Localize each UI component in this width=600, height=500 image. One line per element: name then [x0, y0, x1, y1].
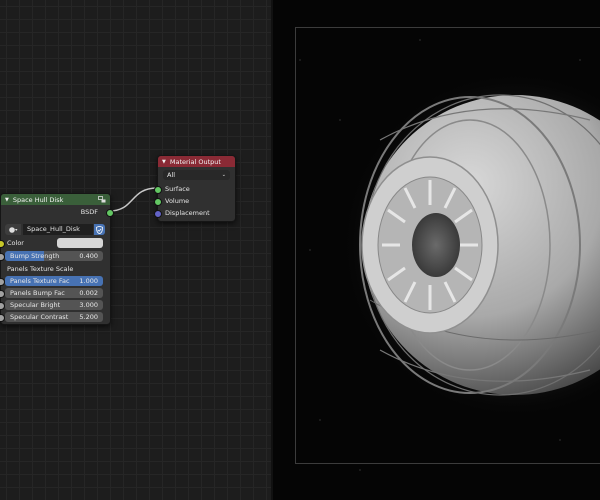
- input-socket-volume[interactable]: [154, 198, 162, 206]
- input-value-panels-texture-fac: 1.000: [79, 277, 98, 285]
- specular-contrast-field[interactable]: Specular Contrast 5.200: [5, 312, 103, 322]
- input-socket-specular-contrast[interactable]: [0, 314, 5, 322]
- fake-user-shield-icon[interactable]: [94, 224, 105, 235]
- collapse-arrow-icon[interactable]: ▼: [5, 197, 9, 203]
- node-group-icon: [98, 196, 106, 203]
- input-socket-displacement[interactable]: [154, 210, 162, 218]
- input-label-surface: Surface: [165, 185, 190, 193]
- datablock-selector[interactable]: Space_Hull_Disk: [5, 224, 105, 235]
- group-node-space-hull-disk[interactable]: ▼ Space Hull Disk BSDF Space_Hull_Disk C…: [0, 193, 114, 325]
- input-value-bump-strength: 0.400: [79, 252, 98, 260]
- group-node-header[interactable]: ▼ Space Hull Disk: [1, 194, 110, 205]
- input-socket-panels-bump-fac[interactable]: [0, 290, 5, 298]
- material-output-title: Material Output: [169, 157, 221, 166]
- output-row-bsdf: BSDF: [1, 206, 114, 218]
- bump-strength-slider[interactable]: Bump Strength 0.400: [5, 251, 103, 261]
- input-socket-color[interactable]: [0, 240, 5, 248]
- output-socket-bsdf[interactable]: [106, 209, 114, 217]
- input-socket-surface[interactable]: [154, 186, 162, 194]
- input-label-volume: Volume: [165, 197, 190, 205]
- input-row-surface: Surface: [154, 183, 235, 195]
- group-node-title: Space Hull Disk: [12, 195, 64, 204]
- camera-frame: [295, 27, 600, 464]
- node-editor[interactable]: ▼ Space Hull Disk BSDF Space_Hull_Disk C…: [0, 0, 271, 500]
- input-label-color: Color: [7, 239, 24, 247]
- target-dropdown[interactable]: All ⌄: [163, 170, 230, 180]
- input-value-specular-bright: 3.000: [79, 301, 98, 309]
- color-swatch[interactable]: [57, 238, 103, 248]
- node-tree-icon[interactable]: [5, 224, 21, 235]
- input-socket-specular-bright[interactable]: [0, 302, 5, 310]
- input-value-specular-contrast: 5.200: [79, 313, 98, 321]
- input-label-specular-contrast: Specular Contrast: [10, 313, 69, 321]
- section-label-panels-texture-scale: Panels Texture Scale: [7, 265, 74, 273]
- panels-bump-fac-field[interactable]: Panels Bump Fac 0.002: [5, 288, 103, 298]
- collapse-arrow-icon[interactable]: ▼: [162, 159, 166, 165]
- specular-bright-field[interactable]: Specular Bright 3.000: [5, 300, 103, 310]
- input-label-specular-bright: Specular Bright: [10, 301, 61, 309]
- target-dropdown-value: All: [167, 171, 176, 179]
- input-row-volume: Volume: [154, 195, 235, 207]
- datablock-name-field[interactable]: Space_Hull_Disk: [23, 224, 93, 235]
- input-socket-bump-strength[interactable]: [0, 253, 5, 261]
- chevron-down-icon: ⌄: [221, 172, 226, 178]
- input-socket-panels-texture-fac[interactable]: [0, 278, 5, 286]
- input-label-bump-strength: Bump Strength: [10, 252, 60, 260]
- input-label-panels-texture-fac: Panels Texture Fac: [10, 277, 70, 285]
- panels-texture-fac-slider[interactable]: Panels Texture Fac 1.000: [5, 276, 103, 286]
- input-value-panels-bump-fac: 0.002: [79, 289, 98, 297]
- input-label-panels-bump-fac: Panels Bump Fac: [10, 289, 65, 297]
- material-output-node[interactable]: ▼ Material Output All ⌄ Surface Volume D…: [154, 155, 236, 222]
- output-label-bsdf: BSDF: [80, 208, 98, 216]
- input-row-displacement: Displacement: [154, 207, 235, 219]
- material-output-header[interactable]: ▼ Material Output: [158, 156, 235, 167]
- input-label-displacement: Displacement: [165, 209, 210, 217]
